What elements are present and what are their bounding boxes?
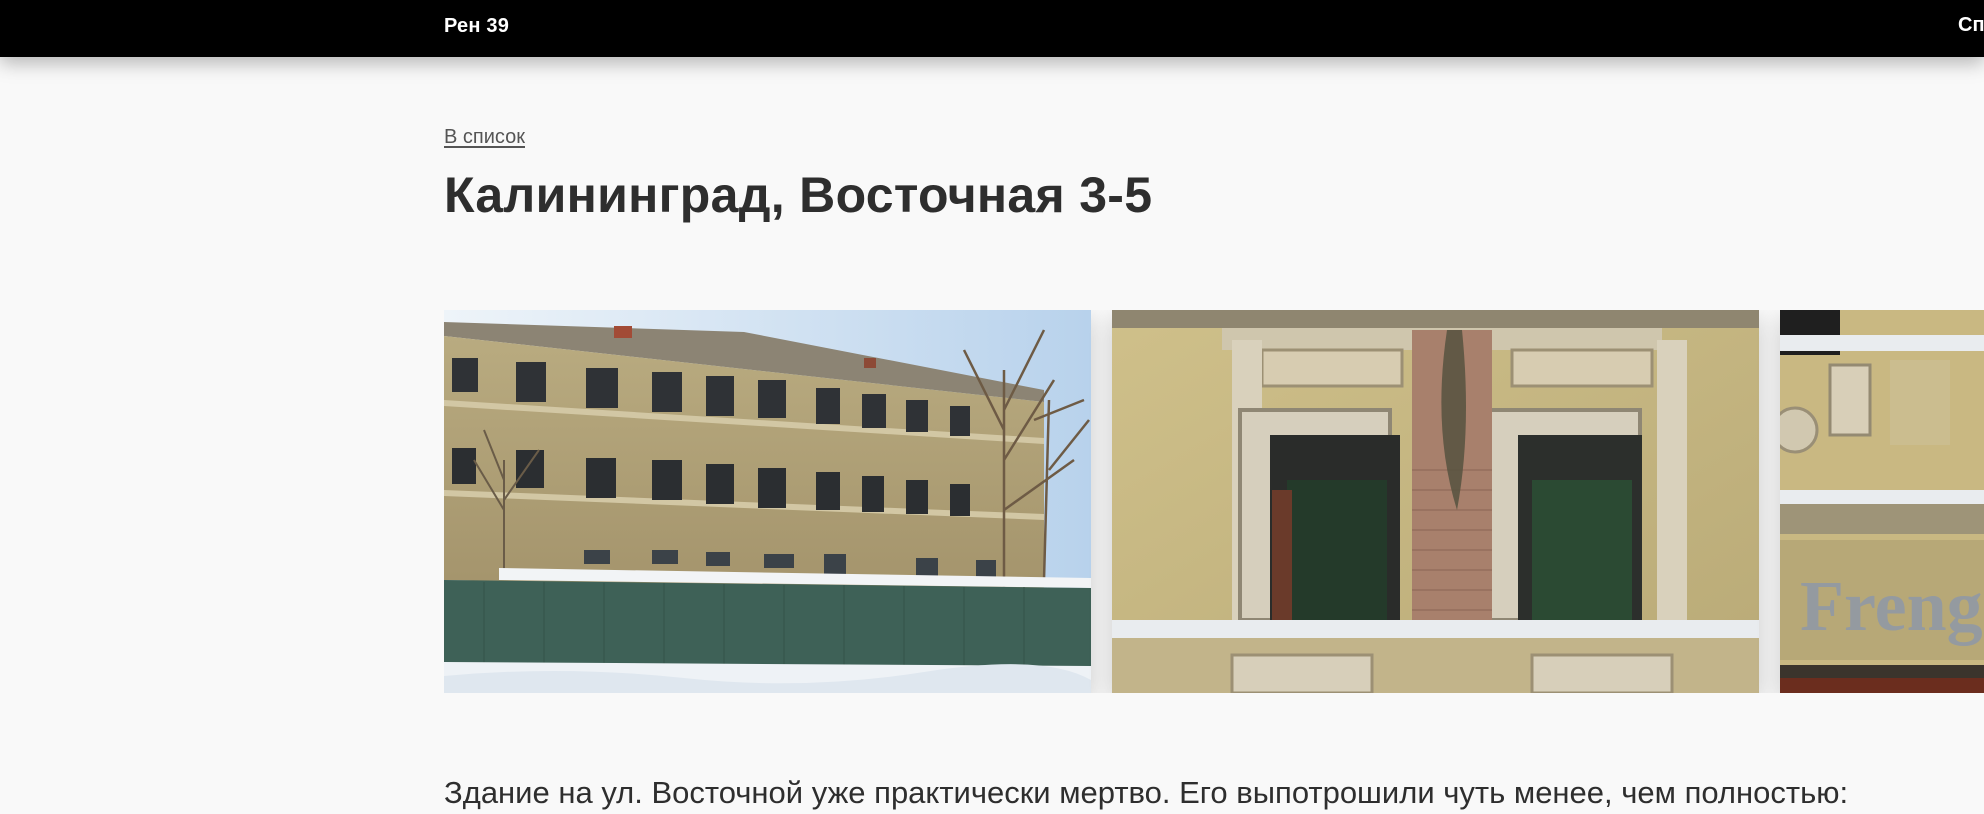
building-facade-photo <box>444 310 1091 693</box>
gallery-photo-windows[interactable] <box>1112 310 1759 693</box>
gallery-photo-signage[interactable]: Freng <box>1780 310 1984 693</box>
page-title: Калининград, Восточная 3-5 <box>444 167 1153 223</box>
description-text: Здание на ул. Восточной уже практически … <box>444 775 1849 810</box>
photo-gallery: Freng <box>444 310 1984 693</box>
svg-text:Freng: Freng <box>1800 566 1983 646</box>
site-logo-link[interactable]: Рен 39 <box>444 15 509 38</box>
facade-signage-photo: Freng <box>1780 310 1984 693</box>
gallery-photo-building[interactable] <box>444 310 1091 693</box>
window-closeup-photo <box>1112 310 1759 693</box>
top-bar: Рен 39 Сп <box>0 0 1984 57</box>
nav-link[interactable]: Сп <box>1958 14 1984 37</box>
back-to-list-link[interactable]: В список <box>444 126 525 149</box>
